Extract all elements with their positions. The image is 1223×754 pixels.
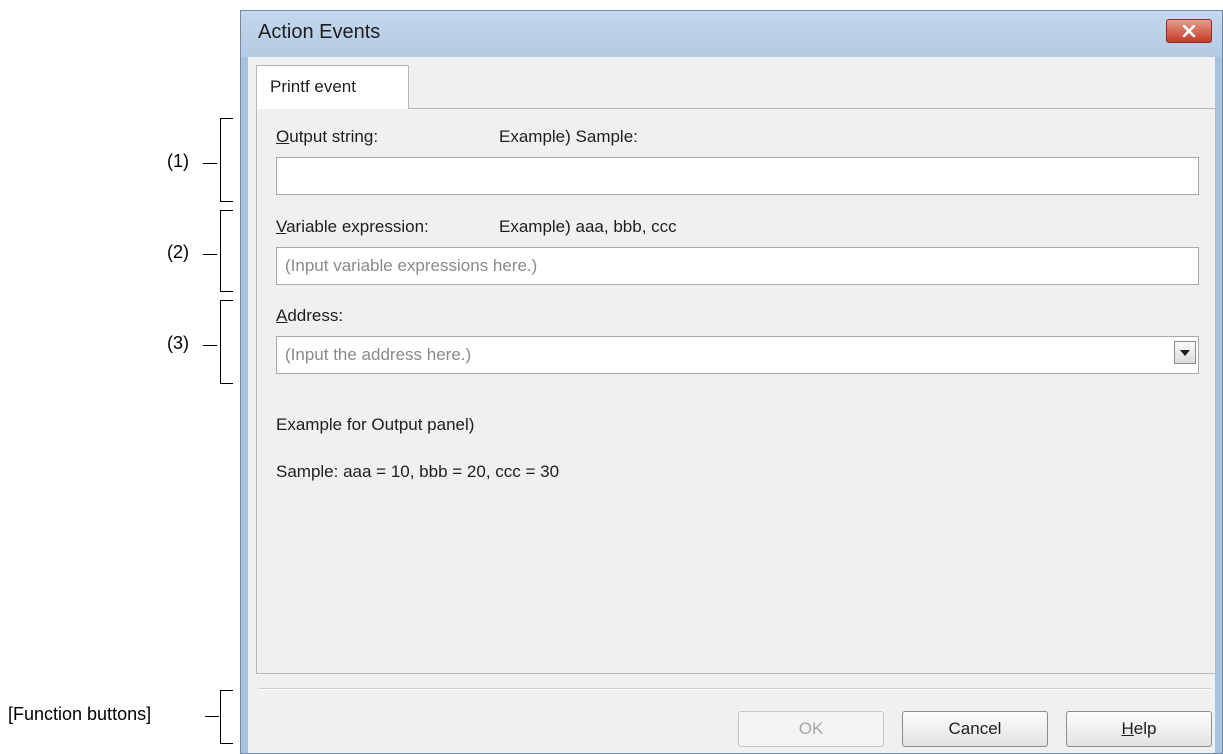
output-string-input[interactable] [276, 157, 1199, 195]
chevron-down-icon [1180, 349, 1190, 356]
tab-printf-event[interactable]: Printf event [256, 65, 409, 109]
close-icon [1182, 25, 1196, 37]
annotation-tick-4 [205, 716, 219, 717]
annotation-bracket-3 [220, 300, 233, 384]
close-button[interactable] [1166, 19, 1212, 43]
address-input[interactable] [276, 336, 1199, 374]
variable-expression-example: Example) aaa, bbb, ccc [499, 217, 677, 236]
printf-event-panel: Output string: Example) Sample: Variable… [256, 108, 1216, 674]
address-dropdown-button[interactable] [1174, 341, 1196, 364]
output-example-heading: Example for Output panel) [276, 415, 475, 434]
button-separator [258, 688, 1210, 690]
annotation-bracket-2 [220, 210, 233, 292]
output-string-example: Example) Sample: [499, 127, 638, 146]
annotation-item-3: (3) [167, 333, 189, 353]
annotation-item-2: (2) [167, 242, 189, 262]
output-string-label: Output string: [276, 127, 379, 146]
action-events-dialog: Action Events Printf event Output string… [240, 10, 1223, 754]
address-label: Address: [276, 306, 344, 325]
dialog-client-area: Printf event Output string: Example) Sam… [248, 57, 1216, 753]
window-title: Action Events [258, 21, 381, 43]
tab-label: Printf event [270, 77, 356, 96]
address-combobox[interactable] [276, 336, 1199, 374]
annotation-tick-2 [203, 254, 217, 255]
ok-button[interactable]: OK [738, 711, 884, 747]
annotation-tick-1 [203, 163, 217, 164]
annotation-tick-3 [203, 345, 217, 346]
help-button[interactable]: Help [1066, 711, 1212, 747]
cancel-button[interactable]: Cancel [902, 711, 1048, 747]
variable-expression-label: Variable expression: [276, 217, 429, 236]
variable-expression-input[interactable] [276, 247, 1199, 285]
annotation-bracket-1 [220, 118, 233, 202]
annotation-bracket-4 [220, 690, 233, 744]
title-bar[interactable]: Action Events [241, 11, 1222, 57]
annotation-function-buttons: [Function buttons] [8, 704, 152, 724]
annotation-item-1: (1) [167, 151, 189, 171]
output-example-sample: Sample: aaa = 10, bbb = 20, ccc = 30 [276, 462, 560, 481]
